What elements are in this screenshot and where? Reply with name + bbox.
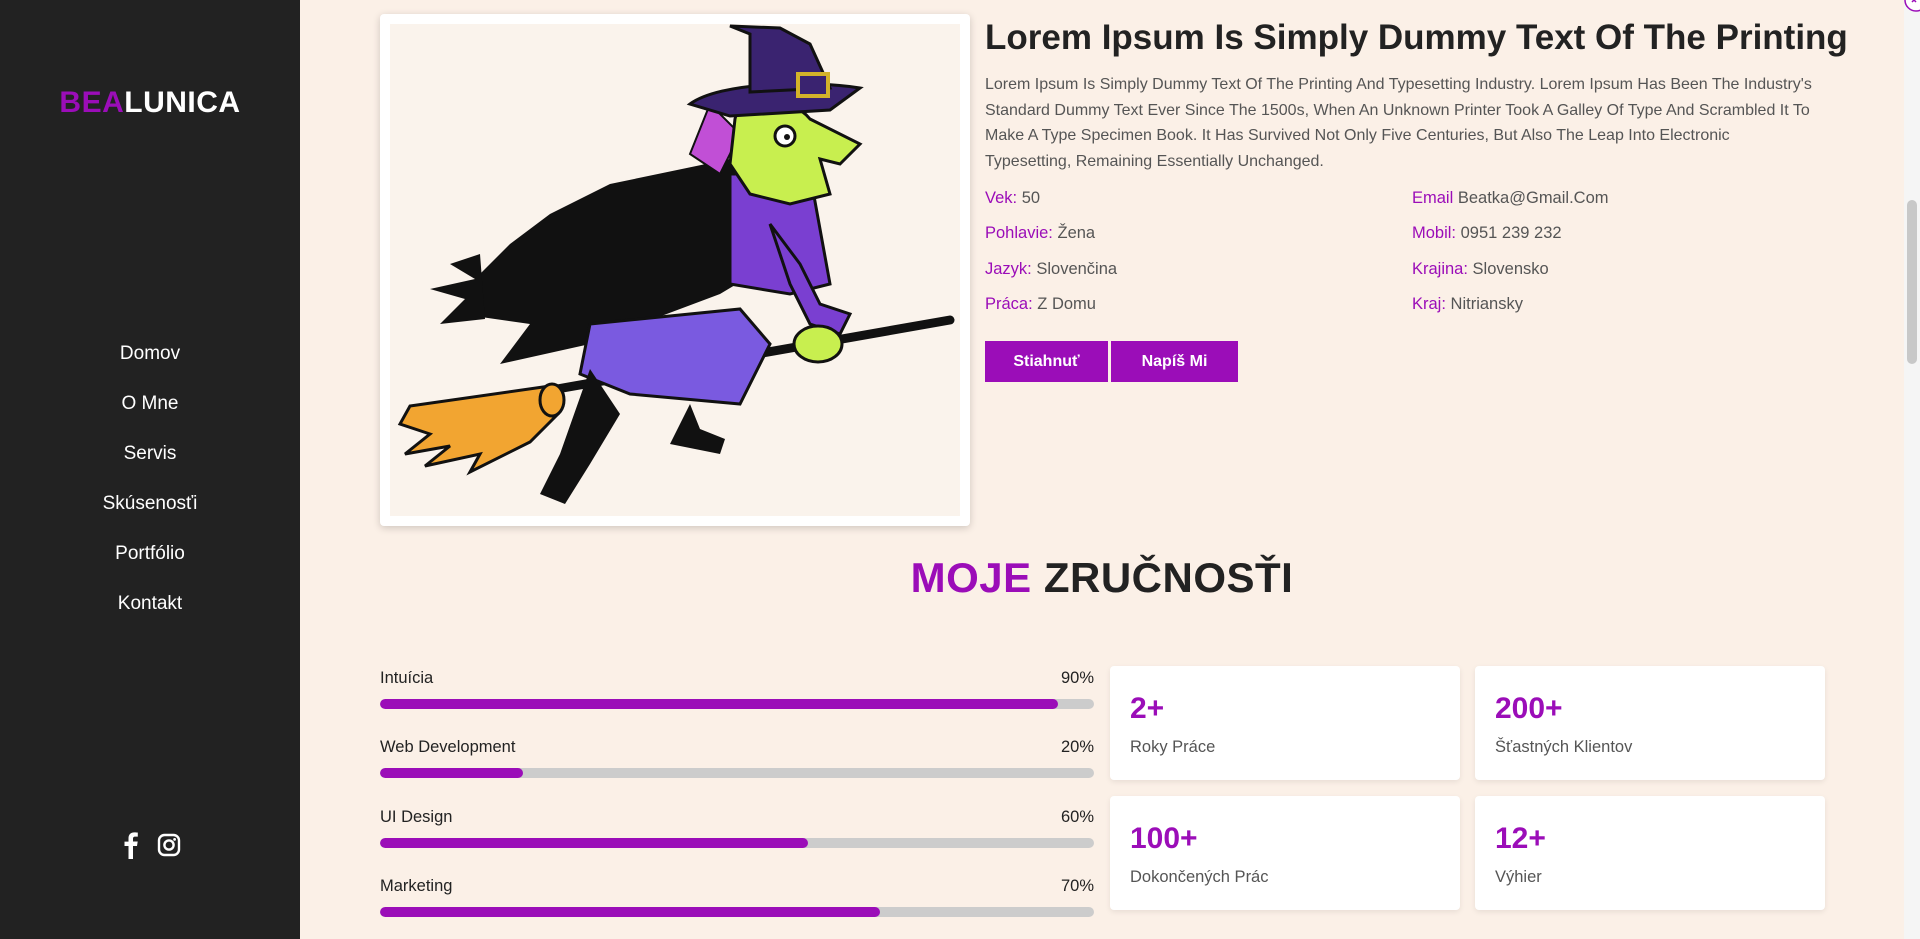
scrollbar-thumb[interactable] (1907, 200, 1917, 364)
page-scrollbar[interactable] (1904, 0, 1920, 939)
skill-percent: 90% (1060, 669, 1094, 687)
profile-photo (390, 24, 960, 516)
skill-progress-fill (380, 907, 880, 917)
write-me-button[interactable]: Napíš Mi (1111, 341, 1238, 382)
skill-percent: 20% (1060, 738, 1094, 756)
info-country: Krajina: Slovensko (1412, 260, 1549, 278)
skill-name: Marketing (380, 877, 453, 895)
download-button[interactable]: Stiahnuť (985, 341, 1108, 382)
skill-progress-fill (380, 838, 809, 848)
info-age: Vek: 50 (985, 189, 1041, 207)
skill-progress-track (380, 699, 1094, 709)
stat-label: Dokončených Prác (1130, 868, 1269, 886)
main-nav: Domov O Mne Servis Skúsenosťi Portfólio … (0, 338, 300, 638)
stat-label: Výhier (1495, 868, 1542, 886)
skills-title: MOJE ZRUČNOSŤI (910, 554, 1294, 601)
stat-card: 100+ Dokončených Prác (1110, 796, 1460, 910)
nav-item-skusenosti[interactable]: Skúsenosťi (0, 488, 300, 538)
main-content: Lorem Ipsum Is Simply Dummy Text Of The … (300, 0, 1904, 939)
stat-label: Šťastných Klientov (1495, 738, 1633, 756)
logo[interactable]: BEALUNICA (0, 86, 300, 120)
info-email: Email Beatka@Gmail.Com (1412, 189, 1609, 207)
skill-progress-fill (380, 699, 1059, 709)
skill-progress-track (380, 768, 1094, 778)
info-region: Kraj: Nitriansky (1412, 295, 1523, 313)
instagram-icon[interactable] (157, 830, 181, 860)
stat-number: 100+ (1130, 822, 1198, 855)
social-links (0, 830, 300, 860)
skill-progress-track (380, 838, 1094, 848)
about-description: Lorem Ipsum Is Simply Dummy Text Of The … (985, 76, 1812, 170)
about-title: Lorem Ipsum Is Simply Dummy Text Of The … (985, 18, 1848, 57)
logo-part-accent: BEA (59, 86, 125, 119)
nav-item-servis[interactable]: Servis (0, 438, 300, 488)
skill-name: Web Development (380, 738, 516, 756)
skill-progress-track (380, 907, 1094, 917)
skill-percent: 60% (1060, 808, 1094, 826)
profile-photo-frame (380, 14, 970, 526)
nav-item-portfolio[interactable]: Portfólio (0, 538, 300, 588)
close-icon[interactable] (1898, 0, 1920, 14)
stat-card: 2+ Roky Práce (1110, 666, 1460, 780)
stat-card: 200+ Šťastných Klientov (1475, 666, 1825, 780)
stat-card: 12+ Výhier (1475, 796, 1825, 910)
facebook-icon[interactable] (119, 830, 143, 860)
nav-item-domov[interactable]: Domov (0, 338, 300, 388)
info-phone: Mobil: 0951 239 232 (1412, 224, 1562, 242)
sidebar: BEALUNICA Domov O Mne Servis Skúsenosťi … (0, 0, 300, 939)
nav-item-kontakt[interactable]: Kontakt (0, 588, 300, 638)
info-gender: Pohlavie: Žena (985, 224, 1096, 242)
skill-name: UI Design (380, 808, 453, 826)
info-work: Práca: Z Domu (985, 295, 1096, 313)
stat-number: 12+ (1495, 822, 1546, 855)
skill-percent: 70% (1060, 877, 1094, 895)
logo-part-main: LUNICA (124, 86, 241, 119)
skill-name: Intuícia (380, 669, 434, 687)
stat-label: Roky Práce (1130, 738, 1216, 756)
stat-number: 2+ (1130, 692, 1165, 725)
skill-progress-fill (380, 768, 523, 778)
info-language: Jazyk: Slovenčina (985, 260, 1118, 278)
nav-item-o-mne[interactable]: O Mne (0, 388, 300, 438)
stat-number: 200+ (1495, 692, 1563, 725)
